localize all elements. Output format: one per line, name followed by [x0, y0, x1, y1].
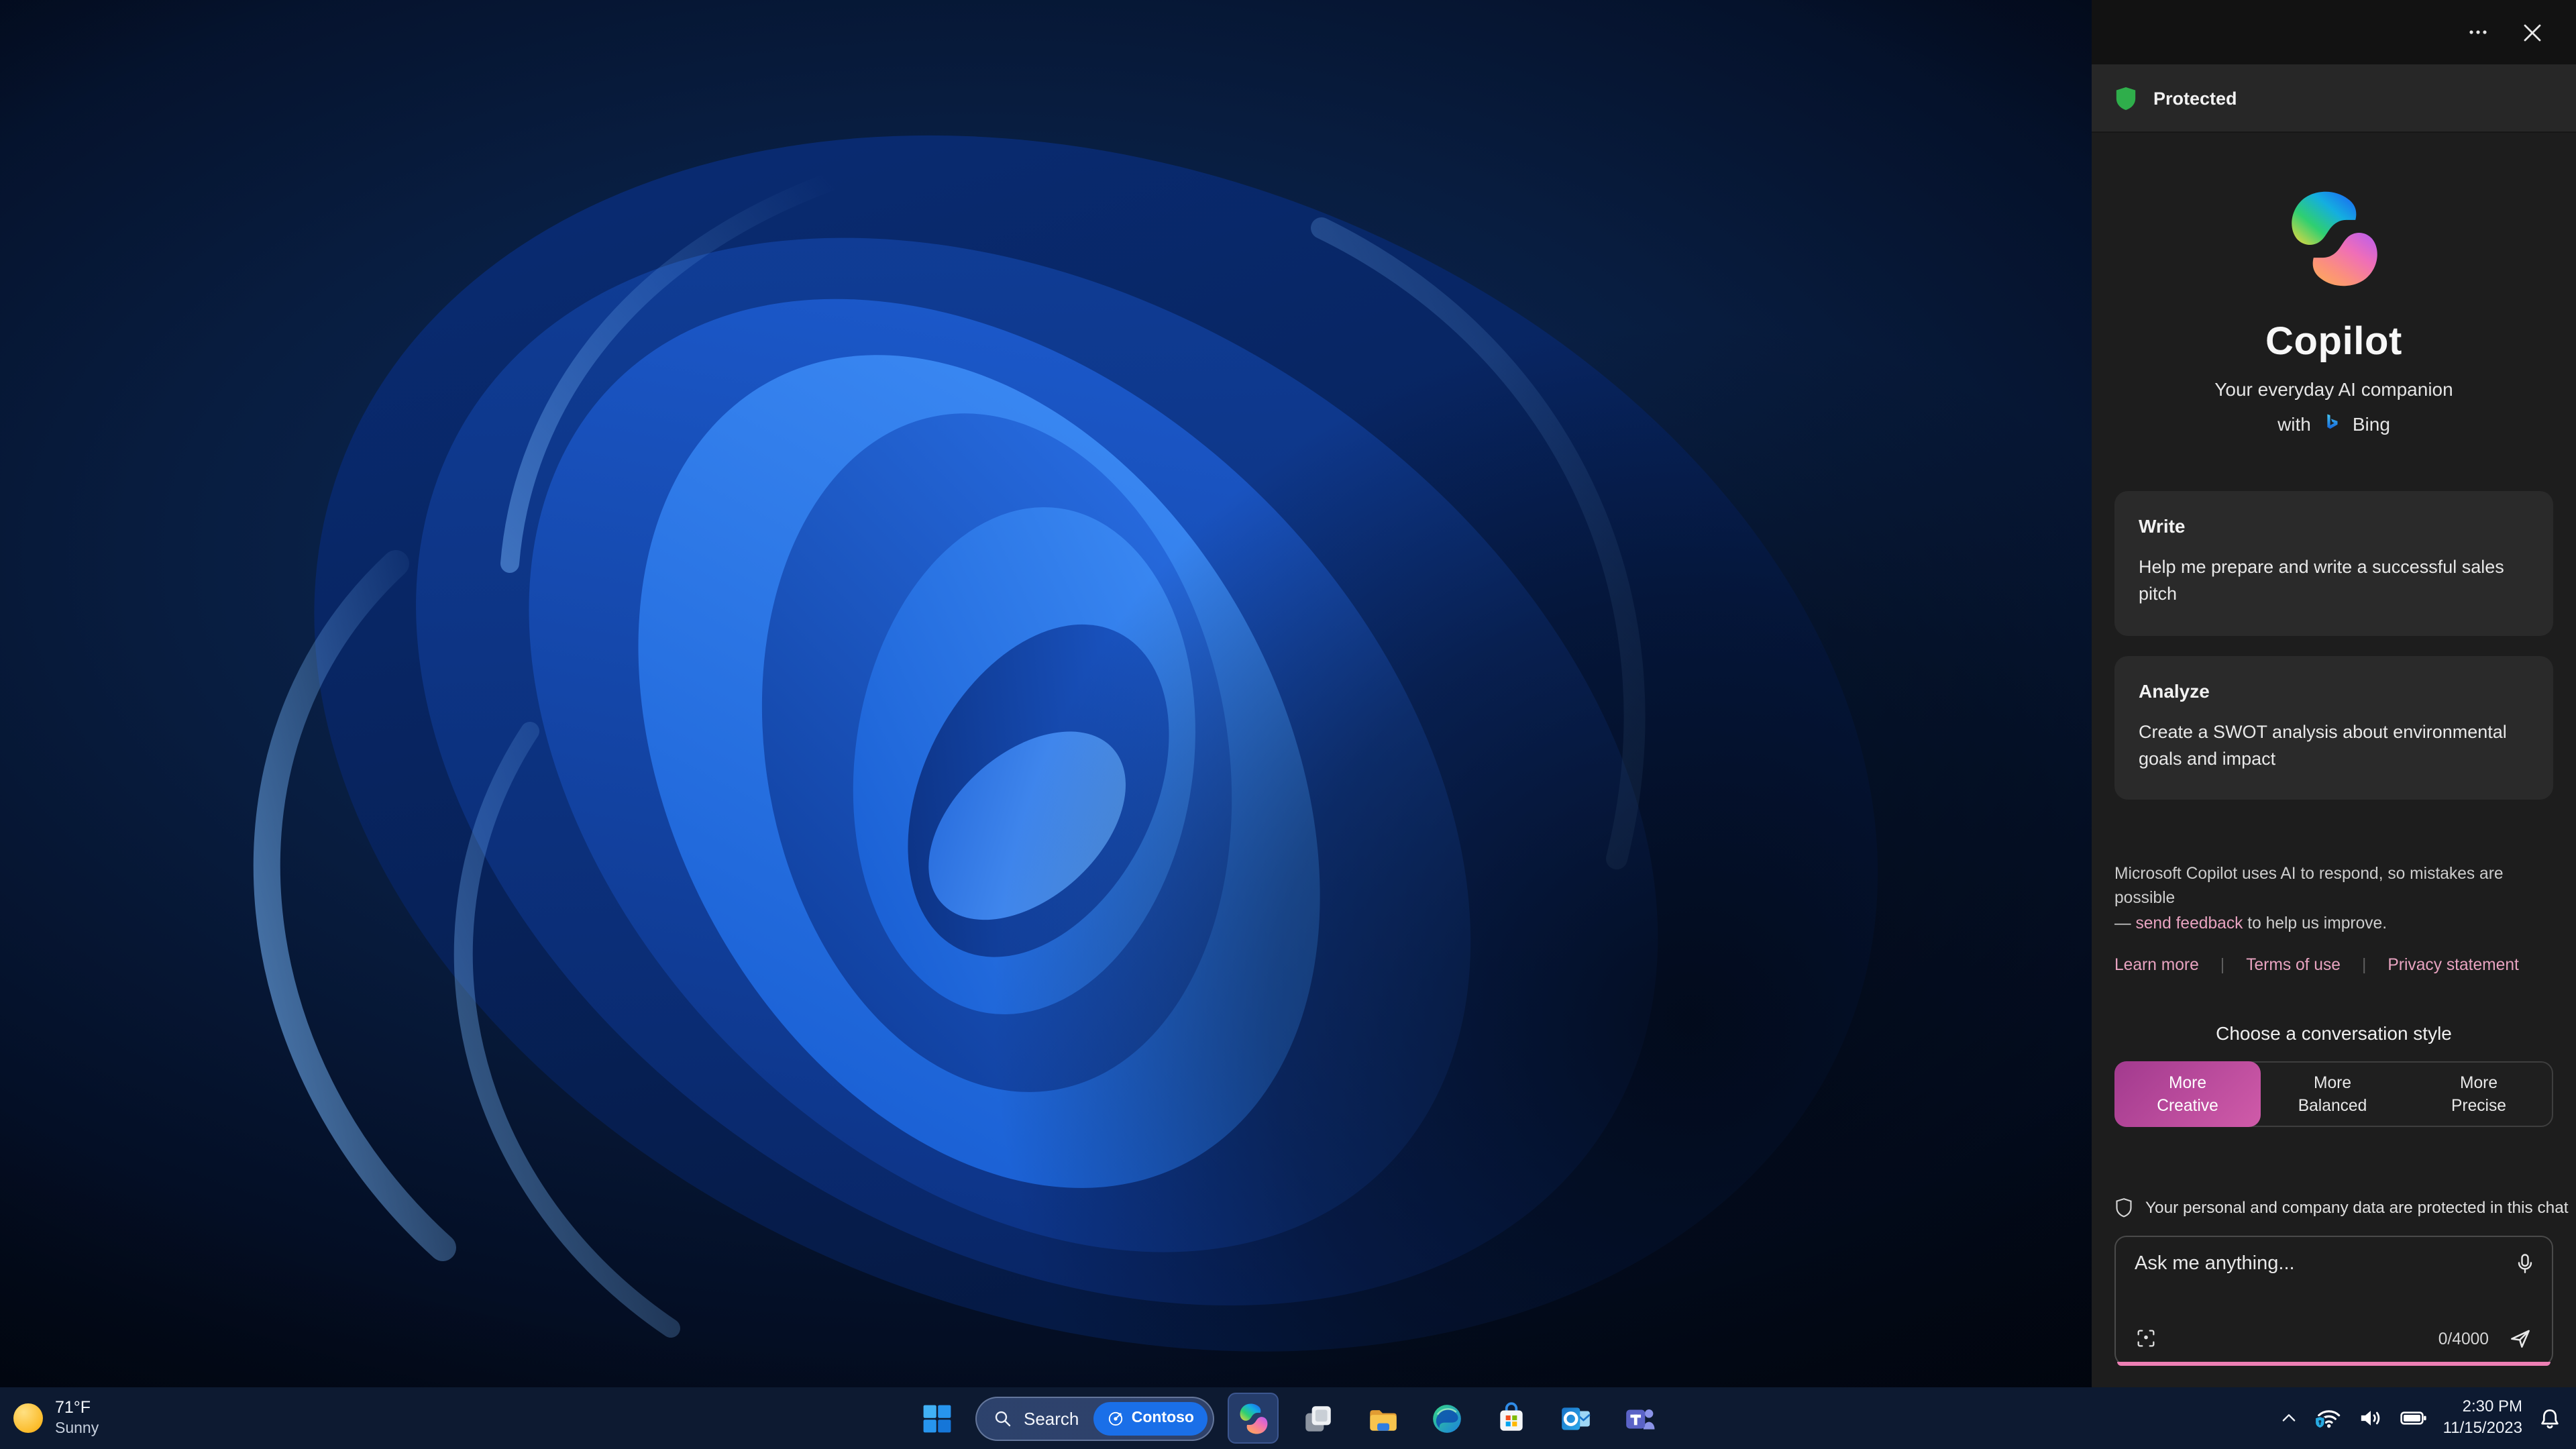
task-view-button[interactable]	[1292, 1393, 1343, 1444]
taskbar-center: Search Contoso	[911, 1387, 1665, 1449]
teams-button[interactable]	[1614, 1393, 1665, 1444]
card-title: Analyze	[2139, 680, 2210, 701]
with-label: with	[2277, 413, 2311, 434]
weather-widget[interactable]: 71°F Sunny	[13, 1387, 99, 1449]
screenshot-icon	[2137, 1330, 2155, 1347]
mic-icon	[2518, 1254, 2532, 1273]
battery-icon	[2400, 1411, 2426, 1425]
store-icon	[1499, 1401, 1522, 1430]
terms-of-use-link[interactable]: Terms of use	[2246, 956, 2341, 975]
card-title: Write	[2139, 515, 2186, 537]
more-options-button[interactable]	[2458, 12, 2498, 52]
screenshot-button[interactable]	[2135, 1327, 2157, 1350]
store-button[interactable]	[1485, 1393, 1536, 1444]
composer-toolbar: 0/4000	[2135, 1326, 2533, 1351]
copilot-icon	[1239, 1403, 1267, 1434]
contoso-badge[interactable]: Contoso	[1093, 1401, 1208, 1435]
link-divider: |	[2220, 955, 2225, 975]
send-icon	[2511, 1330, 2530, 1348]
copilot-panel: Protected Copilot Your everyday AI compa…	[2092, 0, 2576, 1387]
search-icon	[995, 1410, 1011, 1426]
more-options-icon	[2469, 30, 2487, 34]
close-icon	[2523, 23, 2540, 41]
more-creative-button[interactable]: More Creative	[2114, 1061, 2261, 1128]
tray-time: 2:30 PM	[2462, 1397, 2522, 1416]
weather-condition: Sunny	[55, 1420, 99, 1437]
copilot-logo	[2282, 186, 2386, 291]
outlook-button[interactable]	[1550, 1393, 1601, 1444]
tray-date: 11/15/2023	[2443, 1418, 2522, 1437]
system-tray: 2:30 PM 11/15/2023	[2279, 1387, 2563, 1449]
send-button[interactable]	[2508, 1326, 2533, 1351]
volume-button[interactable]	[2357, 1405, 2384, 1432]
chat-input[interactable]	[2135, 1253, 2533, 1326]
protected-banner: Protected	[2092, 64, 2576, 133]
edge-icon	[1432, 1404, 1460, 1432]
panel-body: Copilot Your everyday AI companion with …	[2092, 133, 2576, 1387]
shield-outline-icon	[2116, 1198, 2132, 1218]
edge-button[interactable]	[1421, 1393, 1472, 1444]
card-body: Create a SWOT analysis about environment…	[2139, 721, 2507, 769]
conversation-style-picker: More Creative More Balanced More Precise	[2114, 1061, 2553, 1128]
battery-button[interactable]	[2399, 1405, 2428, 1432]
contoso-logo-icon	[1109, 1411, 1123, 1426]
char-counter: 0/4000	[2438, 1329, 2489, 1348]
desktop: Protected Copilot Your everyday AI compa…	[0, 0, 2576, 1449]
shield-check-icon	[2116, 87, 2136, 109]
task-view-icon	[1305, 1405, 1330, 1431]
sunny-icon	[13, 1403, 43, 1433]
write-suggestion-card[interactable]: Write Help me prepare and write a succes…	[2114, 491, 2553, 635]
volume-icon	[2361, 1411, 2379, 1426]
send-feedback-link[interactable]: send feedback	[2135, 914, 2243, 932]
bing-logo-icon	[2328, 414, 2339, 429]
disclaimer-line2: — send feedback to help us improve.	[2114, 913, 2387, 932]
conversation-style-heading: Choose a conversation style	[2216, 1022, 2452, 1044]
composer-area: Your personal and company data are prote…	[2114, 1197, 2569, 1387]
chat-input-box[interactable]: 0/4000	[2114, 1236, 2553, 1366]
taskbar: 71°F Sunny Search Contoso 2:30 PM 11/15/…	[0, 1387, 2576, 1449]
footer-links: Learn more | Terms of use | Privacy stat…	[2114, 956, 2553, 975]
panel-header	[2092, 0, 2576, 64]
contoso-label: Contoso	[1131, 1410, 1194, 1426]
clock-widget[interactable]: 2:30 PM 11/15/2023	[2443, 1397, 2522, 1439]
privacy-note: Your personal and company data are prote…	[2114, 1197, 2569, 1218]
notifications-bell-icon	[2541, 1408, 2559, 1428]
file-explorer-button[interactable]	[1356, 1393, 1407, 1444]
search-label: Search	[1024, 1408, 1079, 1428]
disclaimer-line1: Microsoft Copilot uses AI to respond, so…	[2114, 864, 2504, 908]
copilot-taskbar-button[interactable]	[1228, 1393, 1279, 1444]
weather-text: 71°F Sunny	[55, 1398, 99, 1438]
search-box[interactable]: Search Contoso	[975, 1396, 1214, 1440]
protected-label: Protected	[2153, 88, 2237, 108]
more-precise-button[interactable]: More Precise	[2406, 1063, 2552, 1126]
more-balanced-button[interactable]: More Balanced	[2259, 1063, 2406, 1126]
privacy-note-text: Your personal and company data are prote…	[2145, 1198, 2569, 1217]
ai-disclaimer: Microsoft Copilot uses AI to respond, so…	[2114, 861, 2553, 936]
close-button[interactable]	[2512, 12, 2552, 52]
wifi-vpn-icon	[2314, 1410, 2340, 1429]
tray-chevron-icon	[2282, 1414, 2295, 1421]
analyze-suggestion-card[interactable]: Analyze Create a SWOT analysis about env…	[2114, 655, 2553, 800]
bing-label: Bing	[2352, 413, 2390, 434]
privacy-statement-link[interactable]: Privacy statement	[2387, 956, 2518, 975]
weather-temperature: 71°F	[55, 1398, 91, 1417]
network-button[interactable]	[2313, 1405, 2343, 1432]
copilot-title: Copilot	[2265, 321, 2402, 364]
tray-overflow-button[interactable]	[2279, 1409, 2298, 1428]
with-bing-row: with Bing	[2114, 412, 2553, 435]
mic-button[interactable]	[2513, 1252, 2537, 1280]
start-button[interactable]	[911, 1393, 962, 1444]
link-divider: |	[2361, 955, 2367, 975]
file-explorer-icon	[1369, 1409, 1396, 1430]
learn-more-link[interactable]: Learn more	[2114, 956, 2199, 975]
outlook-icon	[1561, 1407, 1590, 1430]
notifications-button[interactable]	[2537, 1405, 2563, 1431]
card-body: Help me prepare and write a successful s…	[2139, 557, 2504, 604]
copilot-subtitle: Your everyday AI companion	[2214, 378, 2453, 400]
start-icon	[922, 1404, 951, 1432]
teams-icon	[1625, 1409, 1654, 1429]
